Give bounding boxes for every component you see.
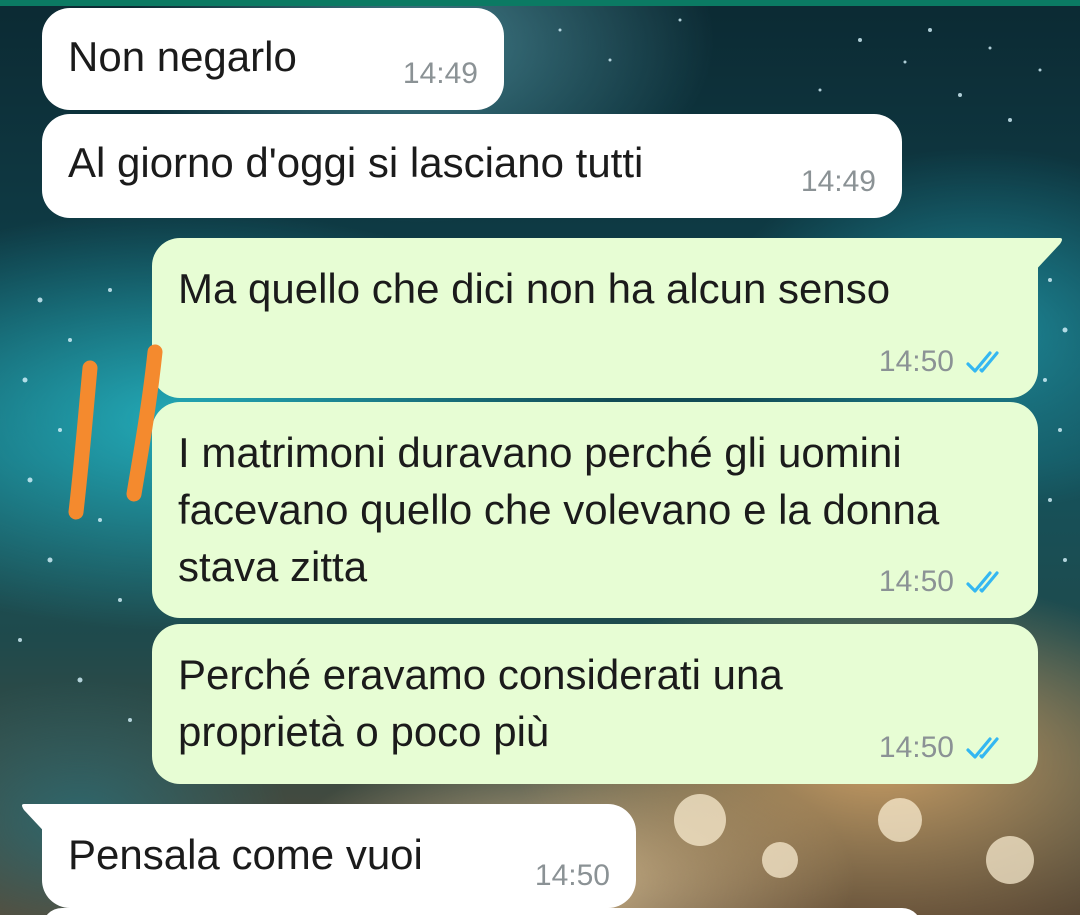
header-strip: [0, 0, 1080, 6]
message-bubble-outgoing[interactable]: Perché eravamo considerati una proprietà…: [152, 624, 1038, 784]
message-bubble-outgoing[interactable]: Ma quello che dici non ha alcun senso 14…: [152, 238, 1038, 398]
double-check-read-icon: [966, 351, 999, 373]
message-time: 14:50: [878, 565, 954, 598]
message-timestamp-row: 14:49: [403, 56, 478, 92]
message-timestamp-row: 14:50: [535, 858, 610, 894]
message-time: 14:50: [534, 859, 610, 892]
message-timestamp-row: 14:50: [879, 564, 1012, 600]
message-timestamp-row: 14:49: [801, 164, 876, 200]
double-check-read-icon: [966, 737, 999, 759]
message-time: 14:49: [800, 165, 876, 198]
message-time: 14:50: [878, 345, 954, 378]
message-time: 14:50: [878, 731, 954, 764]
message-time: 14:49: [402, 57, 478, 90]
message-text: Pensala come vuoi: [68, 831, 423, 878]
message-bubble-incoming[interactable]: Non negarlo 14:49: [42, 8, 504, 110]
message-bubble-incoming[interactable]: Al giorno d'oggi si lasciano tutti 14:49: [42, 114, 902, 218]
message-bubble-incoming[interactable]: Pensala come vuoi 14:50: [42, 804, 636, 908]
message-timestamp-row: 14:50: [879, 730, 1012, 766]
message-text: Perché eravamo considerati una proprietà…: [178, 651, 783, 755]
message-text: Al giorno d'oggi si lasciano tutti: [68, 139, 644, 186]
message-timestamp-row: 14:50: [879, 344, 1012, 380]
highlight-stroke: [68, 360, 98, 520]
message-bubble-outgoing[interactable]: I matrimoni duravano perché gli uomini f…: [152, 402, 1038, 618]
message-text: Ma quello che dici non ha alcun senso: [178, 265, 891, 312]
double-check-read-icon: [966, 571, 999, 593]
message-text: Non negarlo: [68, 33, 297, 80]
message-bubble-incoming-partial: [42, 908, 922, 915]
